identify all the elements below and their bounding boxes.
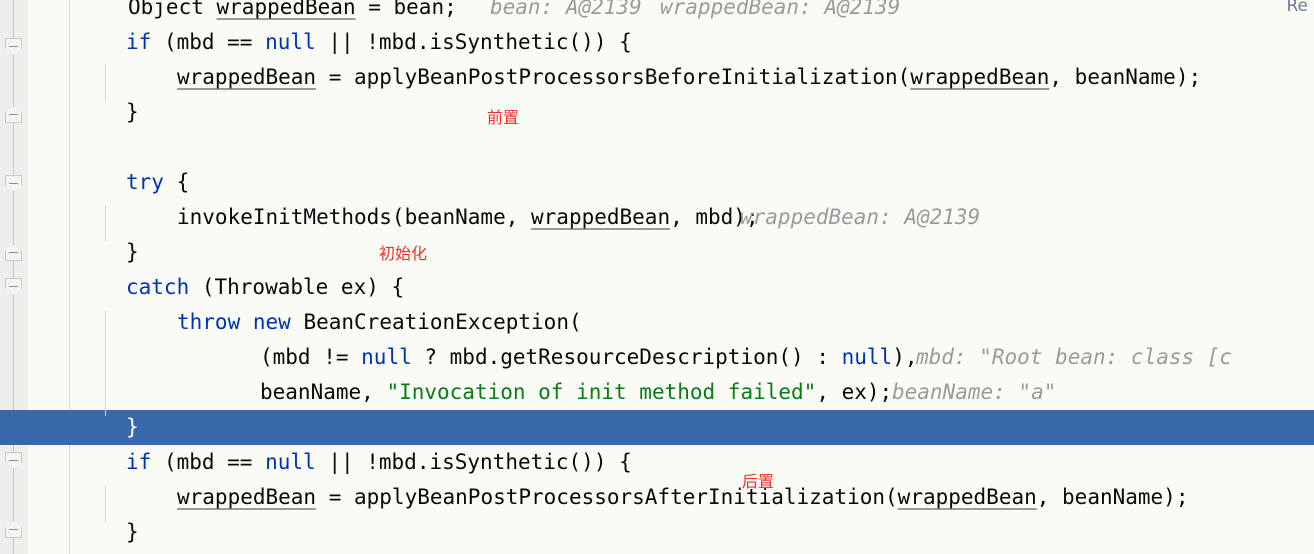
fold-marker-dash: [9, 286, 18, 287]
fold-marker-shape: [5, 452, 22, 469]
code-line[interactable]: (mbd != null ? mbd.getResourceDescriptio…: [70, 340, 917, 375]
code-token: if: [126, 450, 152, 474]
code-line[interactable]: Object wrappedBean = bean;: [70, 0, 457, 25]
fold-end-icon[interactable]: [5, 521, 22, 538]
code-token: BeanCreationException(: [290, 310, 582, 334]
inlay-hint[interactable]: beanName: "a": [892, 375, 1056, 410]
code-line[interactable]: wrappedBean = applyBeanPostProcessorsAft…: [70, 480, 1188, 515]
fold-end-icon[interactable]: [5, 106, 22, 123]
code-token: wrappedBean: [897, 485, 1037, 509]
code-line[interactable]: }: [70, 235, 139, 270]
fold-marker-dash: [9, 183, 18, 184]
inlay-hint[interactable]: mbd: "Root bean: class [c: [916, 340, 1232, 375]
fold-marker-shape: [5, 278, 22, 295]
fold-marker-shape: [5, 244, 22, 261]
code-token: }: [126, 240, 139, 264]
fold-marker-shape: [5, 38, 22, 55]
code-line[interactable]: catch (Throwable ex) {: [70, 270, 404, 305]
code-line[interactable]: if (mbd == null || !mbd.isSynthetic()) {: [70, 25, 632, 60]
fold-marker-shape: [5, 106, 22, 123]
fold-start-icon[interactable]: [5, 175, 22, 192]
red-annotation-text: 初始化: [379, 244, 428, 263]
fold-connector-line: [13, 0, 14, 554]
fold-marker-dash: [9, 114, 18, 115]
code-token: try: [126, 170, 164, 194]
code-token: (mbd ==: [151, 450, 266, 474]
code-token: = applyBeanPostProcessorsAfterInitializa…: [316, 485, 898, 509]
code-line[interactable]: }: [70, 95, 139, 130]
code-token: new: [252, 310, 291, 334]
code-token: wrappedBean: [910, 65, 1050, 89]
code-token: , ex);: [816, 380, 893, 404]
inlay-hint[interactable]: wrappedBean: A@2139: [740, 200, 980, 235]
fold-marker-dash: [9, 529, 18, 530]
code-token: = applyBeanPostProcessorsBeforeInitializ…: [316, 65, 911, 89]
code-line[interactable]: try {: [70, 165, 189, 200]
code-token: wrappedBean: [177, 485, 317, 509]
code-token: null: [841, 345, 893, 369]
code-token: }: [126, 100, 139, 124]
inlay-hint[interactable]: bean: A@2139: [490, 0, 642, 25]
code-line[interactable]: throw new BeanCreationException(: [70, 305, 582, 340]
inlay-hint[interactable]: wrappedBean: A@2139: [660, 0, 900, 25]
code-token: wrappedBean: [531, 205, 671, 229]
code-token: }: [126, 520, 139, 544]
fold-marker-dash: [9, 460, 18, 461]
fold-marker-dash: [9, 252, 18, 253]
code-line[interactable]: if (mbd == null || !mbd.isSynthetic()) {: [70, 445, 632, 480]
fold-marker-shape: [5, 521, 22, 538]
code-token: = bean;: [355, 0, 457, 19]
code-token: if: [126, 30, 152, 54]
code-token: wrappedBean: [177, 65, 317, 89]
code-token: , beanName);: [1049, 65, 1202, 89]
code-token: }: [126, 415, 139, 439]
code-token: , beanName);: [1036, 485, 1189, 509]
code-token: invokeInitMethods(beanName,: [177, 205, 532, 229]
fold-start-icon[interactable]: [5, 452, 22, 469]
code-token: ),: [892, 345, 918, 369]
code-line[interactable]: beanName, "Invocation of init method fai…: [70, 375, 892, 410]
code-token: catch: [126, 275, 190, 299]
editor-gutter[interactable]: [0, 0, 69, 554]
corner-label[interactable]: Re: [1286, 0, 1308, 16]
code-token: null: [265, 450, 316, 474]
code-token: || !mbd.isSynthetic()) {: [315, 450, 632, 474]
code-token: (mbd ==: [151, 30, 266, 54]
code-token: beanName,: [260, 380, 387, 404]
code-line[interactable]: }: [70, 410, 139, 445]
code-token: wrappedBean: [216, 0, 356, 19]
code-token: (mbd !=: [260, 345, 362, 369]
code-line[interactable]: invokeInitMethods(beanName, wrappedBean,…: [70, 200, 759, 235]
code-token: Object: [128, 0, 217, 19]
fold-end-icon[interactable]: [5, 244, 22, 261]
code-token: || !mbd.isSynthetic()) {: [315, 30, 632, 54]
code-token: ? mbd.getResourceDescription() :: [411, 345, 842, 369]
fold-start-icon[interactable]: [5, 38, 22, 55]
code-line[interactable]: }: [70, 515, 139, 550]
code-token: throw: [177, 310, 241, 334]
code-editor[interactable]: Object wrappedBean = bean; bean: A@2139 wr…: [0, 0, 1314, 554]
selected-line-highlight: [0, 410, 1314, 445]
code-token: null: [265, 30, 316, 54]
red-annotation-text: 前置: [487, 108, 520, 127]
code-token: {: [163, 170, 190, 194]
code-content[interactable]: Object wrappedBean = bean; bean: A@2139 wr…: [0, 0, 1314, 554]
fold-marker-shape: [5, 175, 22, 192]
fold-marker-dash: [9, 46, 18, 47]
code-token: null: [361, 345, 412, 369]
code-token: "Invocation of init method failed": [386, 380, 817, 404]
red-annotation-text: 后置: [742, 472, 775, 491]
fold-start-icon[interactable]: [5, 278, 22, 295]
code-line[interactable]: wrappedBean = applyBeanPostProcessorsBef…: [70, 60, 1201, 95]
gutter-strip: [0, 0, 28, 554]
code-token: (Throwable ex) {: [189, 275, 405, 299]
